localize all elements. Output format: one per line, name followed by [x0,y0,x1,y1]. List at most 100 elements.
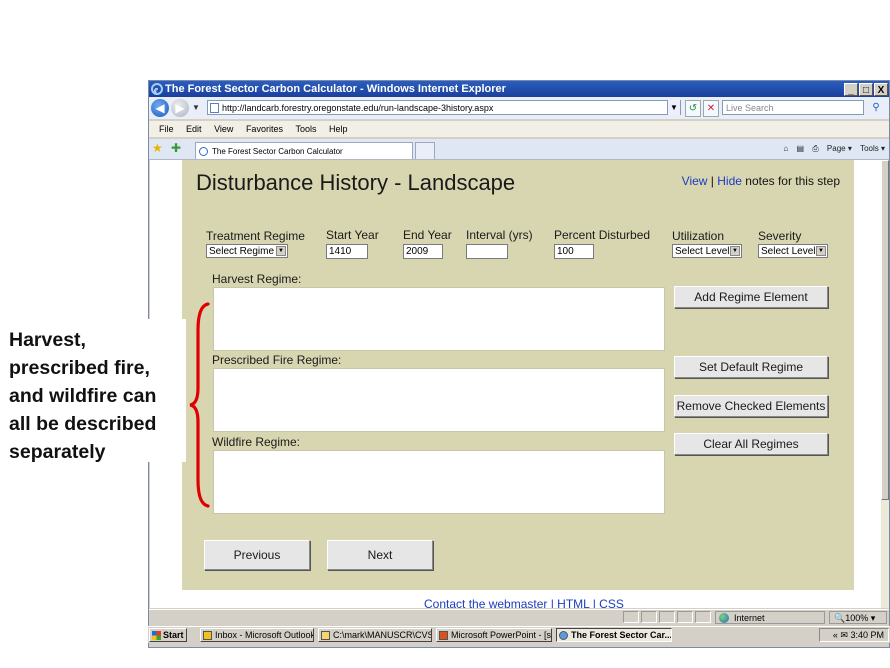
window-title: The Forest Sector Carbon Calculator - Wi… [165,83,506,95]
windows-taskbar: Start Inbox - Microsoft Outlook C:\mark\… [148,626,890,643]
treatment-regime-select[interactable]: Select Regime ▼ [206,244,288,258]
severity-select[interactable]: Select Level ▼ [758,244,828,258]
system-tray: « ✉ 3:40 PM [819,628,889,642]
forward-button[interactable]: ▶ [171,99,189,117]
page-title: Disturbance History - Landscape [196,170,516,195]
ie-icon [559,631,568,640]
chevron-down-icon: ▼ [816,246,826,256]
home-icon[interactable]: ⌂ [783,144,788,153]
curly-brace-icon [189,302,210,508]
print-icon[interactable]: ⎙ [812,144,818,153]
favorites-star-icon[interactable]: ★ [152,141,163,155]
tools-menu[interactable]: Tools ▾ [860,144,885,153]
tab-forest-carbon[interactable]: The Forest Sector Carbon Calculator [195,142,413,159]
menu-favorites[interactable]: Favorites [246,124,283,134]
search-icon[interactable]: ⚲ [867,100,885,115]
percent-disturbed-label: Percent Disturbed [554,228,651,242]
minimize-button[interactable]: _ [844,83,858,96]
page-panel: Disturbance History - Landscape View | H… [182,160,854,590]
start-year-input[interactable]: 1410 [326,244,368,259]
status-cell [641,611,657,623]
tray-expand-icon[interactable]: « [833,630,838,640]
menu-view[interactable]: View [214,124,233,134]
remove-checked-elements-button[interactable]: Remove Checked Elements [674,395,828,417]
outlook-icon [203,631,212,640]
prescribed-fire-regime-label: Prescribed Fire Regime: [212,353,342,367]
security-zone: Internet [715,611,825,624]
address-bar-row: ◀ ▶ ▼ http://landcarb.forestry.oregonsta… [149,97,889,119]
end-year-label: End Year [403,228,452,242]
harvest-regime-label: Harvest Regime: [212,272,302,286]
task-powerpoint[interactable]: Microsoft PowerPoint - [s... [436,628,552,642]
maximize-button[interactable]: □ [859,83,873,96]
menu-bar: File Edit View Favorites Tools Help [149,121,889,137]
end-year-input[interactable]: 2009 [403,244,443,259]
page-viewport: Disturbance History - Landscape View | H… [150,160,881,608]
status-cell [659,611,675,623]
interval-label: Interval (yrs) [466,228,533,242]
utilization-label: Utilization [672,229,725,243]
title-bar: e The Forest Sector Carbon Calculator - … [149,81,889,97]
menu-tools[interactable]: Tools [295,124,316,134]
treatment-regime-label: Treatment Regime [206,229,305,243]
tray-icon: ✉ [840,630,848,640]
globe-icon [719,613,729,623]
interval-input[interactable] [466,244,508,259]
task-internet-explorer[interactable]: The Forest Sector Car... [556,628,672,642]
view-notes-link[interactable]: View [682,174,708,188]
prescribed-fire-regime-box[interactable] [213,368,665,432]
search-input[interactable]: Live Search [722,100,864,115]
refresh-icon[interactable]: ↺ [685,100,701,117]
clock: 3:40 PM [850,630,884,640]
windows-logo-icon [152,631,161,640]
add-regime-element-button[interactable]: Add Regime Element [674,286,828,308]
add-favorite-icon[interactable]: ✚ [171,141,181,155]
command-bar: ⌂ ▤ ⎙ Page ▾ Tools ▾ [777,142,885,156]
svg-text:e: e [154,85,158,95]
menu-file[interactable]: File [159,124,174,134]
page-menu[interactable]: Page ▾ [827,144,852,153]
previous-button[interactable]: Previous [204,540,310,570]
tab-bar: ★ ✚ The Forest Sector Carbon Calculator … [149,139,889,160]
zoom-level[interactable]: 🔍100% ▾ [829,611,887,624]
feeds-icon[interactable]: ▤ [796,144,804,153]
menu-help[interactable]: Help [329,124,348,134]
utilization-select[interactable]: Select Level ▼ [672,244,742,258]
harvest-regime-box[interactable] [213,287,665,351]
percent-disturbed-input[interactable]: 100 [554,244,594,259]
new-tab-button[interactable] [415,142,435,159]
wildfire-regime-box[interactable] [213,450,665,514]
address-input[interactable]: http://landcarb.forestry.oregonstate.edu… [207,100,681,115]
status-cell [695,611,711,623]
set-default-regime-button[interactable]: Set Default Regime [674,356,828,378]
callout-text: Harvest, prescribed fire, and wildfire c… [9,329,157,463]
footer-links[interactable]: Contact the webmaster | HTML | CSS [424,597,624,608]
vertical-scrollbar[interactable] [881,160,889,608]
powerpoint-icon [439,631,448,640]
severity-label: Severity [758,229,802,243]
browser-window: e The Forest Sector Carbon Calculator - … [148,80,890,648]
ie-logo-icon: e [151,83,163,95]
status-cell [677,611,693,623]
stop-icon[interactable]: ✕ [703,100,719,117]
task-outlook[interactable]: Inbox - Microsoft Outlook [200,628,314,642]
clear-all-regimes-button[interactable]: Clear All Regimes [674,433,828,455]
chevron-down-icon: ▼ [730,246,740,256]
page-icon [210,103,219,113]
folder-icon [321,631,330,640]
notes-toggle: View | Hide notes for this step [681,174,840,188]
hide-notes-link[interactable]: Hide [717,174,742,188]
start-year-label: Start Year [326,228,379,242]
history-dropdown-icon[interactable]: ▼ [192,103,200,112]
back-button[interactable]: ◀ [151,99,169,117]
menu-edit[interactable]: Edit [186,124,202,134]
scrollbar-thumb[interactable] [881,160,889,500]
chevron-down-icon: ▼ [276,246,286,256]
task-explorer-folder[interactable]: C:\mark\MANUSCR\CVS [318,628,432,642]
start-button[interactable]: Start [149,628,187,642]
address-dropdown-icon[interactable]: ▼ [667,100,680,115]
close-button[interactable]: X [874,83,888,96]
tab-ie-icon [199,147,208,156]
next-button[interactable]: Next [327,540,433,570]
status-bar: Internet 🔍100% ▾ [149,609,889,625]
